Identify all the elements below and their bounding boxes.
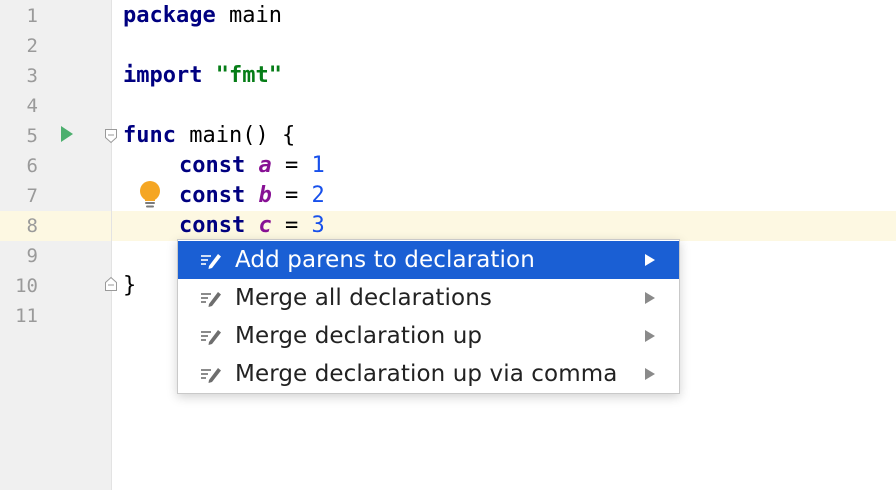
line-number: 1: [26, 5, 38, 27]
line-number: 2: [26, 35, 38, 57]
code-text: =: [271, 183, 312, 208]
menu-item-label: Merge all declarations: [235, 285, 492, 311]
submenu-arrow-icon: [645, 254, 655, 266]
keyword: const: [179, 153, 246, 178]
code-line-6[interactable]: const a = 1: [179, 151, 325, 181]
code-text: }: [123, 273, 137, 298]
keyword: func: [123, 123, 176, 148]
edit-pencil-icon: [201, 292, 221, 307]
line-number: 3: [26, 65, 38, 87]
code-line-8[interactable]: const c = 3: [179, 211, 325, 241]
string-literal: "fmt": [215, 63, 282, 88]
line-number: 8: [26, 215, 38, 237]
line-number: 5: [26, 125, 38, 147]
keyword: const: [179, 183, 246, 208]
constant-name: b: [258, 183, 272, 208]
fold-collapse-icon[interactable]: [104, 128, 118, 144]
line-number: 11: [15, 305, 38, 327]
submenu-arrow-icon: [645, 292, 655, 304]
menu-item-merge-up-comma[interactable]: Merge declaration up via comma: [178, 355, 679, 393]
code-text: main: [215, 3, 282, 28]
lightbulb-icon[interactable]: [138, 180, 162, 210]
code-line-7[interactable]: const b = 2: [179, 181, 325, 211]
line-number: 4: [26, 95, 38, 117]
intention-actions-popup: Add parens to declaration Merge all decl…: [177, 239, 680, 394]
code-text: =: [271, 153, 312, 178]
number-literal: 1: [311, 153, 325, 178]
keyword: import: [123, 63, 203, 88]
run-icon[interactable]: [60, 125, 74, 143]
code-text: main() {: [175, 123, 296, 148]
line-number: 9: [26, 245, 38, 267]
edit-pencil-icon: [201, 330, 221, 345]
menu-item-add-parens[interactable]: Add parens to declaration: [178, 241, 679, 279]
menu-item-label: Merge declaration up: [235, 323, 483, 349]
keyword: package: [123, 3, 216, 28]
code-text: =: [271, 213, 312, 238]
line-number: 7: [26, 185, 38, 207]
constant-name: a: [258, 153, 272, 178]
code-line-1[interactable]: package main: [123, 1, 282, 31]
menu-item-label: Add parens to declaration: [235, 247, 535, 273]
line-number: 10: [15, 275, 38, 297]
keyword: const: [179, 213, 246, 238]
code-line-5[interactable]: func main() {: [123, 121, 295, 151]
fold-end-icon[interactable]: [104, 276, 118, 292]
constant-name: c: [258, 213, 272, 238]
number-literal: 3: [311, 213, 325, 238]
line-number: 6: [26, 155, 38, 177]
menu-item-label: Merge declaration up via comma: [235, 361, 618, 387]
edit-pencil-icon: [201, 368, 221, 383]
number-literal: 2: [311, 183, 325, 208]
code-line-10[interactable]: }: [123, 271, 136, 301]
menu-item-merge-all[interactable]: Merge all declarations: [178, 279, 679, 317]
edit-pencil-icon: [201, 254, 221, 269]
code-line-3[interactable]: import "fmt": [123, 61, 282, 91]
submenu-arrow-icon: [645, 330, 655, 342]
menu-item-merge-up[interactable]: Merge declaration up: [178, 317, 679, 355]
submenu-arrow-icon: [645, 368, 655, 380]
